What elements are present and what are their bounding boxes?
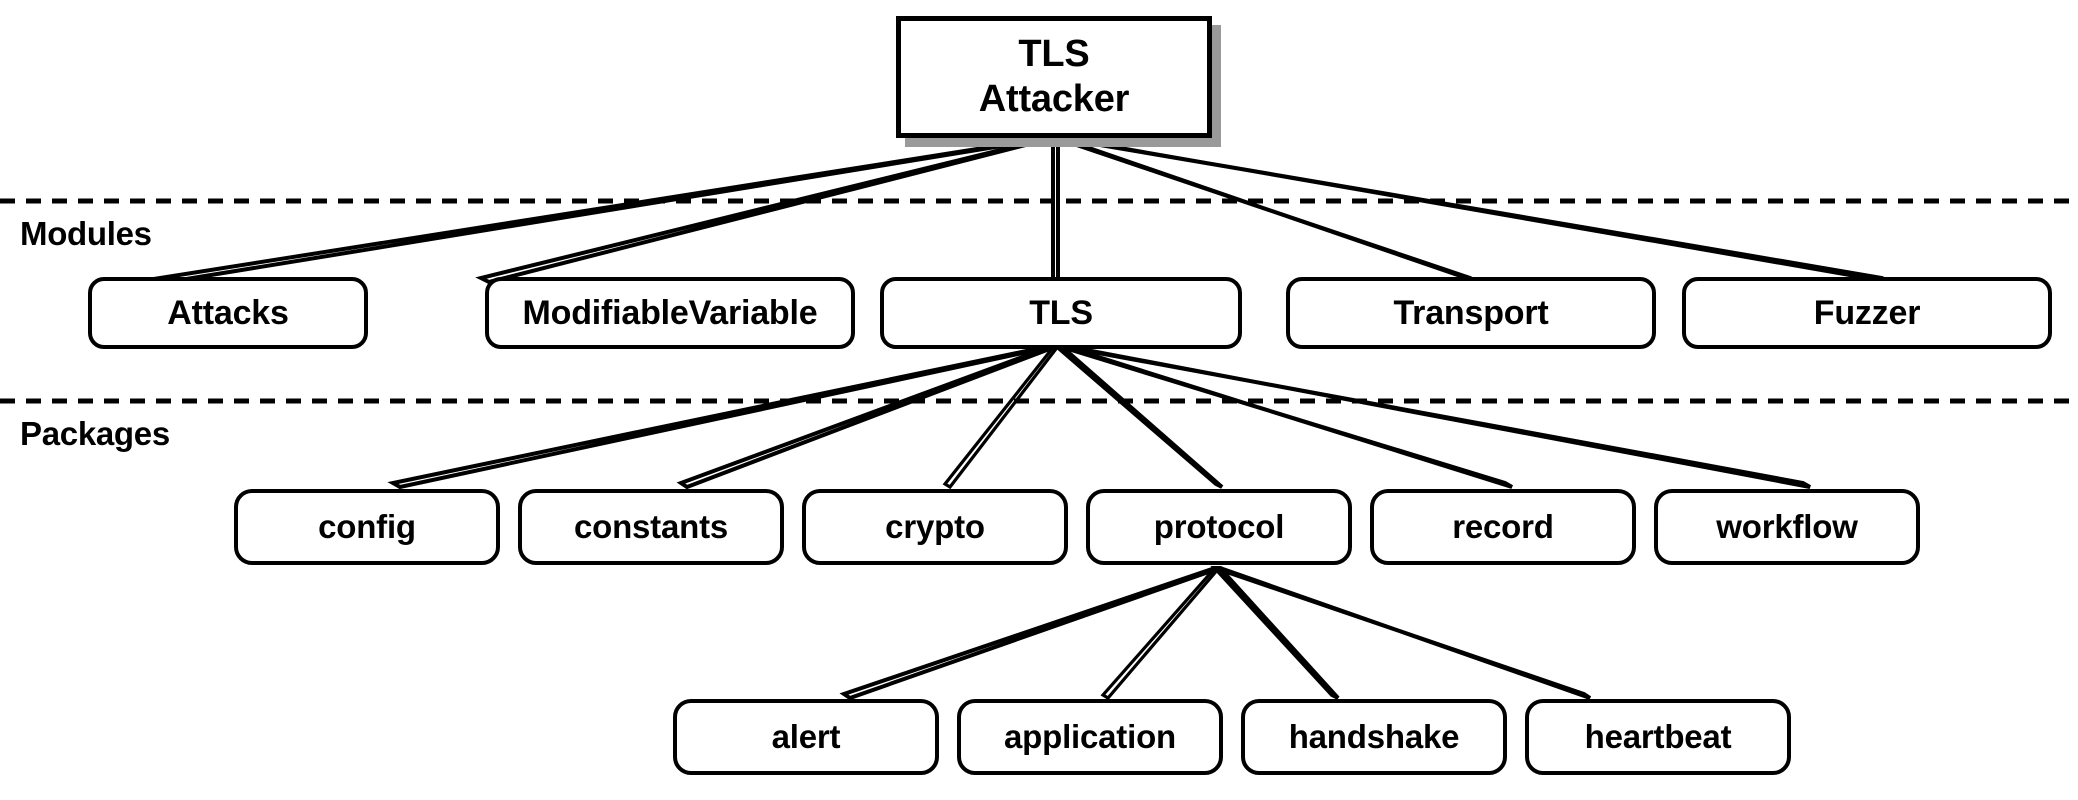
edge-root-to-tls [1051,135,1060,284]
node-subpackage-heartbeat[interactable]: heartbeat [1525,699,1791,775]
node-module-transport-label: Transport [1393,293,1549,332]
node-module-tls-label: TLS [1029,293,1093,332]
section-label-modules: Modules [20,215,152,252]
node-tls-attacker-line2-text: Attacker [978,78,1130,120]
node-package-record[interactable]: record [1370,489,1636,565]
node-package-config[interactable]: config [234,489,500,565]
node-package-config-label: config [318,508,416,545]
node-package-crypto[interactable]: crypto [802,489,1068,565]
node-subpackage-handshake[interactable]: handshake [1241,699,1507,775]
edge-tls-to-workflow [1054,343,1811,489]
node-tls-attacker-line1-text: TLS [1018,33,1090,76]
node-module-attacks-label: Attacks [167,293,289,332]
edge-root-to-transport [1052,135,1479,284]
node-package-workflow[interactable]: workflow [1654,489,1920,565]
node-tls-attacker[interactable]: TLS Attacker [896,16,1212,138]
node-subpackage-alert-label: alert [771,718,841,755]
node-module-modifiablevariable-label: ModifiableVariable [522,293,818,332]
node-subpackage-handshake-label: handshake [1288,718,1460,755]
node-subpackage-heartbeat-label: heartbeat [1584,718,1732,755]
node-package-record-label: record [1452,508,1554,545]
node-module-fuzzer-label: Fuzzer [1813,293,1921,332]
node-module-fuzzer[interactable]: Fuzzer [1682,277,2052,349]
edge-protocol-to-heartbeat [1214,566,1592,700]
node-subpackage-application-label: application [1004,718,1176,755]
node-package-constants-label: constants [573,508,729,545]
node-tls-attacker-label-line1: TLS Attacker [978,32,1130,122]
edge-root-to-fuzzer [1052,135,1891,284]
edge-root-to-attacks [153,135,1058,285]
node-module-modifiablevariable[interactable]: ModifiableVariable [485,277,855,349]
node-subpackage-application[interactable]: application [957,699,1223,775]
node-module-tls[interactable]: TLS [880,277,1242,349]
node-subpackage-alert[interactable]: alert [673,699,939,775]
node-module-attacks[interactable]: Attacks [88,277,368,349]
node-package-protocol-label: protocol [1153,508,1285,545]
node-module-transport[interactable]: Transport [1286,277,1656,349]
node-package-crypto-label: crypto [885,508,985,545]
edge-tls-to-protocol [1049,343,1224,489]
architecture-diagram: Modules Packages TLS Attacker Attacks Mo… [0,0,2078,800]
node-package-constants[interactable]: constants [518,489,784,565]
node-package-workflow-label: workflow [1716,508,1858,545]
edge-root-to-modifiablevariable [475,135,1058,285]
node-package-protocol[interactable]: protocol [1086,489,1352,565]
section-label-packages: Packages [20,415,170,452]
